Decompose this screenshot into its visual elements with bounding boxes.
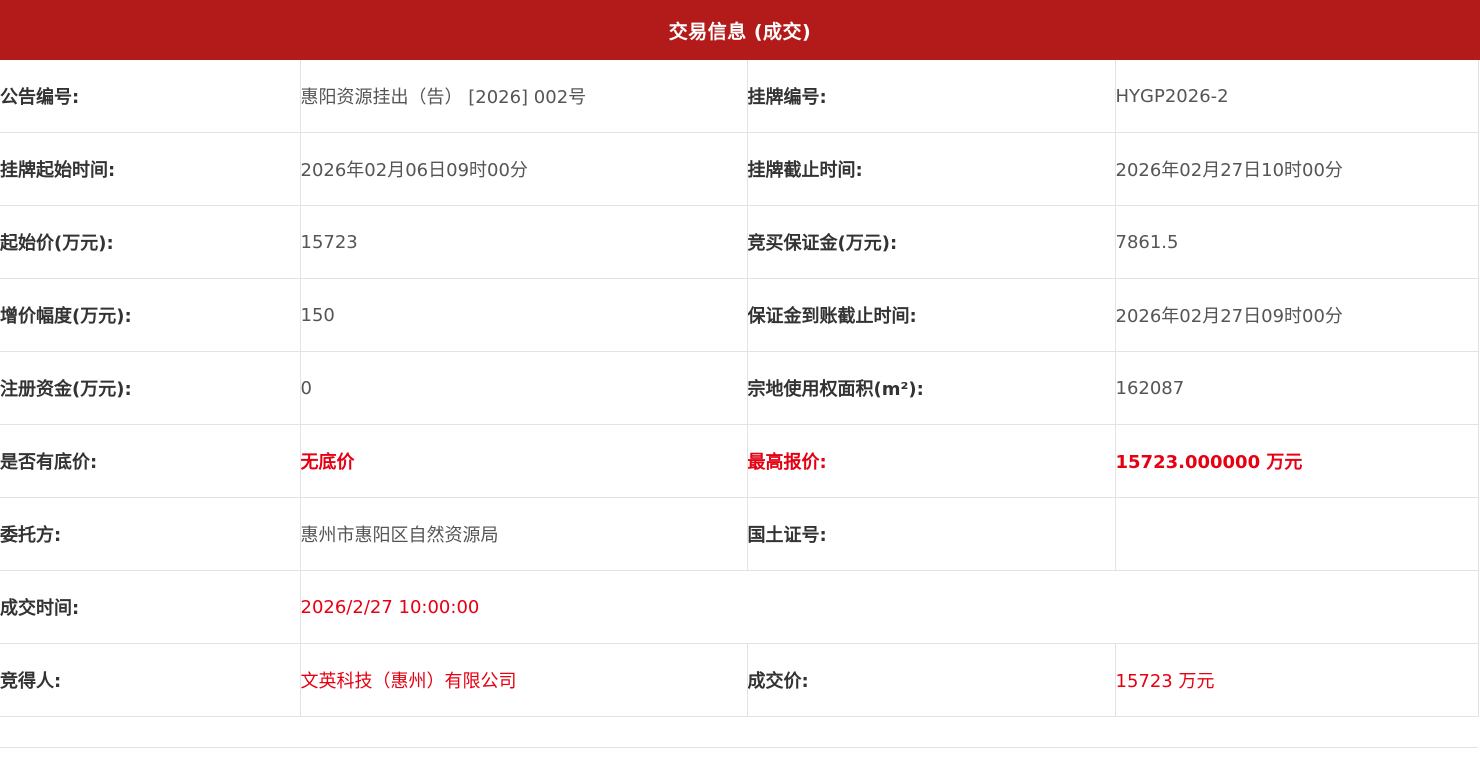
table-row: 增价幅度(万元): 150 保证金到账截止时间: 2026年02月27日09时0… [0, 278, 1479, 352]
deposit-label: 竞买保证金(万元): [747, 205, 1116, 279]
highest-bid-value: 15723.000000 万元 [1115, 424, 1479, 498]
table-row: 起始价(万元): 15723 竞买保证金(万元): 7861.5 [0, 205, 1479, 279]
listing-start-value: 2026年02月06日09时00分 [300, 132, 748, 206]
land-cert-value [1115, 497, 1479, 571]
table-row: 挂牌起始时间: 2026年02月06日09时00分 挂牌截止时间: 2026年0… [0, 132, 1479, 206]
land-area-label: 宗地使用权面积(m²): [747, 351, 1116, 425]
reserve-price-label: 是否有底价: [0, 424, 301, 498]
deposit-value: 7861.5 [1115, 205, 1479, 279]
deal-time-value: 2026/2/27 10:00:00 [300, 570, 1479, 644]
table-row: 是否有底价: 无底价 最高报价: 15723.000000 万元 [0, 424, 1479, 498]
deposit-deadline-value: 2026年02月27日09时00分 [1115, 278, 1479, 352]
start-price-value: 15723 [300, 205, 748, 279]
table-row: 成交时间: 2026/2/27 10:00:00 [0, 570, 1479, 644]
table-row: 竞得人: 文英科技（惠州）有限公司 成交价: 15723 万元 [0, 643, 1479, 717]
land-area-value: 162087 [1115, 351, 1479, 425]
highest-bid-label: 最高报价: [747, 424, 1116, 498]
table-row: 公告编号: 惠阳资源挂出（告） [2026] 002号 挂牌编号: HYGP20… [0, 60, 1479, 133]
announcement-no-label: 公告编号: [0, 60, 301, 133]
transaction-info-table: 公告编号: 惠阳资源挂出（告） [2026] 002号 挂牌编号: HYGP20… [0, 60, 1479, 717]
winner-label: 竞得人: [0, 643, 301, 717]
deal-price-value: 15723 万元 [1115, 643, 1479, 717]
start-price-label: 起始价(万元): [0, 205, 301, 279]
table-row: 委托方: 惠州市惠阳区自然资源局 国土证号: [0, 497, 1479, 571]
table-bottom-divider [0, 717, 1478, 748]
listing-no-label: 挂牌编号: [747, 60, 1116, 133]
deal-price-label: 成交价: [747, 643, 1116, 717]
deal-time-label: 成交时间: [0, 570, 301, 644]
increment-value: 150 [300, 278, 748, 352]
section-header: 交易信息 (成交) [0, 0, 1480, 60]
registered-capital-label: 注册资金(万元): [0, 351, 301, 425]
announcement-no-value: 惠阳资源挂出（告） [2026] 002号 [300, 60, 748, 133]
section-title: 交易信息 (成交) [668, 20, 812, 43]
reserve-price-value: 无底价 [300, 424, 748, 498]
client-label: 委托方: [0, 497, 301, 571]
listing-start-label: 挂牌起始时间: [0, 132, 301, 206]
winner-value: 文英科技（惠州）有限公司 [300, 643, 748, 717]
client-value: 惠州市惠阳区自然资源局 [300, 497, 748, 571]
listing-end-value: 2026年02月27日10时00分 [1115, 132, 1479, 206]
deposit-deadline-label: 保证金到账截止时间: [747, 278, 1116, 352]
listing-no-value: HYGP2026-2 [1115, 60, 1479, 133]
table-row: 注册资金(万元): 0 宗地使用权面积(m²): 162087 [0, 351, 1479, 425]
listing-end-label: 挂牌截止时间: [747, 132, 1116, 206]
increment-label: 增价幅度(万元): [0, 278, 301, 352]
registered-capital-value: 0 [300, 351, 748, 425]
land-cert-label: 国土证号: [747, 497, 1116, 571]
